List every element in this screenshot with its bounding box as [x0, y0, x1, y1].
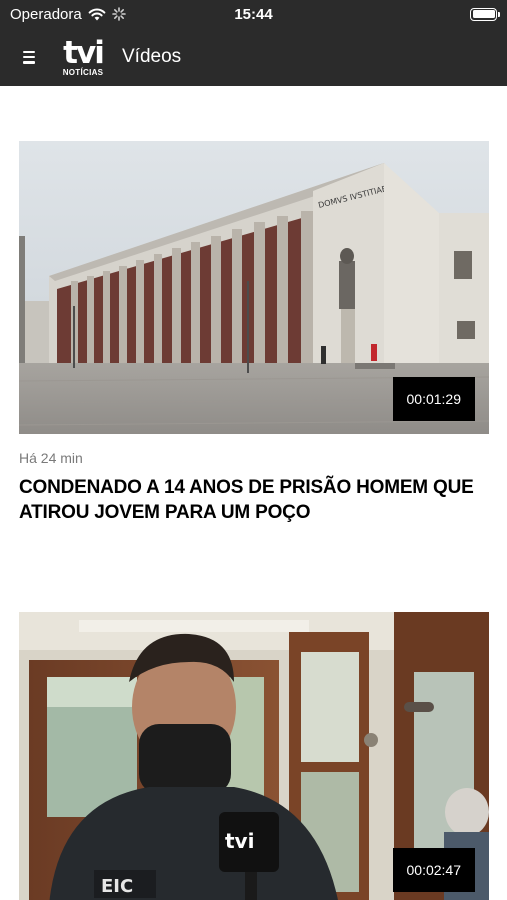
video-card[interactable]: EIC tvi 00:02:47: [19, 612, 489, 900]
video-duration-badge: 00:02:47: [392, 848, 475, 892]
page-title: Vídeos: [122, 46, 182, 67]
video-card[interactable]: DOMVS IVSTITIAE 00:01:29 Há 24 min CONDE…: [19, 141, 489, 525]
video-headline[interactable]: CONDENADO A 14 ANOS DE PRISÃO HOMEM QUE …: [19, 475, 489, 525]
tvi-noticias-logo[interactable]: tvi NOTÍCIAS: [58, 32, 108, 82]
video-time-ago: Há 24 min: [19, 450, 83, 466]
mic-logo: tvi: [225, 829, 254, 853]
logo-subtitle: NOTÍCIAS: [62, 67, 104, 77]
video-thumbnail[interactable]: EIC tvi 00:02:47: [19, 612, 489, 900]
battery-icon: [470, 7, 500, 21]
activity-spinner-icon: [111, 7, 126, 21]
video-duration-badge: 00:01:29: [392, 377, 475, 421]
app-bar: tvi NOTÍCIAS Vídeos: [0, 28, 507, 86]
carrier-label: Operadora: [10, 5, 82, 23]
vest-badge: EIC: [101, 876, 133, 897]
wifi-icon: [88, 8, 106, 20]
status-left: Operadora: [10, 6, 126, 23]
menu-button[interactable]: [0, 28, 58, 86]
menu-icon: [23, 50, 35, 64]
video-thumbnail[interactable]: DOMVS IVSTITIAE 00:01:29: [19, 141, 489, 434]
logo-mark: tvi: [63, 34, 105, 71]
status-bar: Operadora 15:44: [0, 0, 507, 28]
